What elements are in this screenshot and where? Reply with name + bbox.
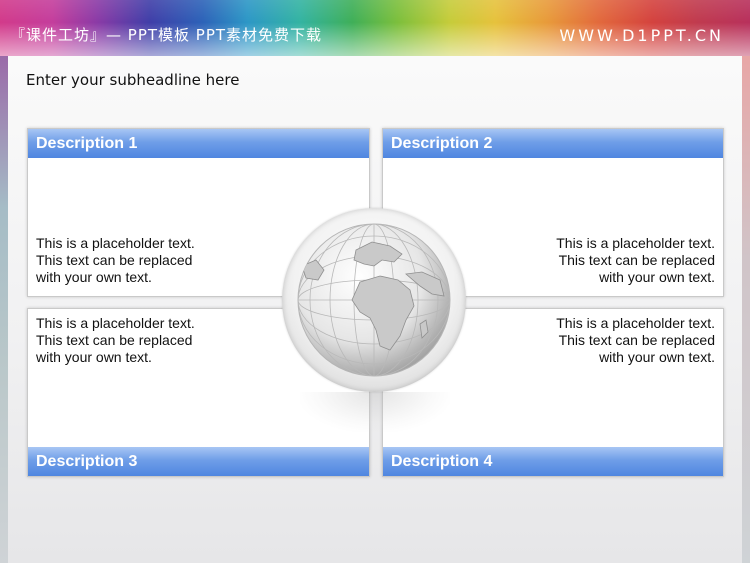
panel-text-line: This text can be replaced [36, 252, 193, 268]
panel-text-line: with your own text. [599, 349, 715, 365]
panel-text-line: with your own text. [599, 269, 715, 285]
panel-text-line: This text can be replaced [558, 332, 715, 348]
panel-text-line: with your own text. [36, 349, 152, 365]
panel-text-4[interactable]: This is a placeholder text. This text ca… [556, 315, 715, 366]
panel-text-line: This text can be replaced [36, 332, 193, 348]
panel-text-line: This is a placeholder text. [556, 315, 715, 331]
globe-reflection [300, 392, 450, 432]
panel-text-line: with your own text. [36, 269, 152, 285]
subheadline[interactable]: Enter your subheadline here [26, 71, 239, 89]
panel-text-1[interactable]: This is a placeholder text. This text ca… [36, 235, 195, 286]
panel-text-3[interactable]: This is a placeholder text. This text ca… [36, 315, 195, 366]
panel-title-4[interactable]: Description 4 [383, 447, 723, 476]
header-site-url[interactable]: WWW.D1PPT.CN [559, 26, 724, 45]
panel-text-2[interactable]: This is a placeholder text. This text ca… [556, 235, 715, 286]
panel-title-1[interactable]: Description 1 [28, 129, 369, 158]
globe-graphic [282, 208, 466, 392]
header-title: 『课件工坊』— PPT模板 PPT素材免费下载 [10, 26, 323, 44]
panel-text-line: This is a placeholder text. [556, 235, 715, 251]
panel-text-line: This text can be replaced [558, 252, 715, 268]
panel-text-line: This is a placeholder text. [36, 315, 195, 331]
panel-text-line: This is a placeholder text. [36, 235, 195, 251]
panel-title-3[interactable]: Description 3 [28, 447, 369, 476]
globe-icon [297, 223, 451, 377]
panel-title-2[interactable]: Description 2 [383, 129, 723, 158]
